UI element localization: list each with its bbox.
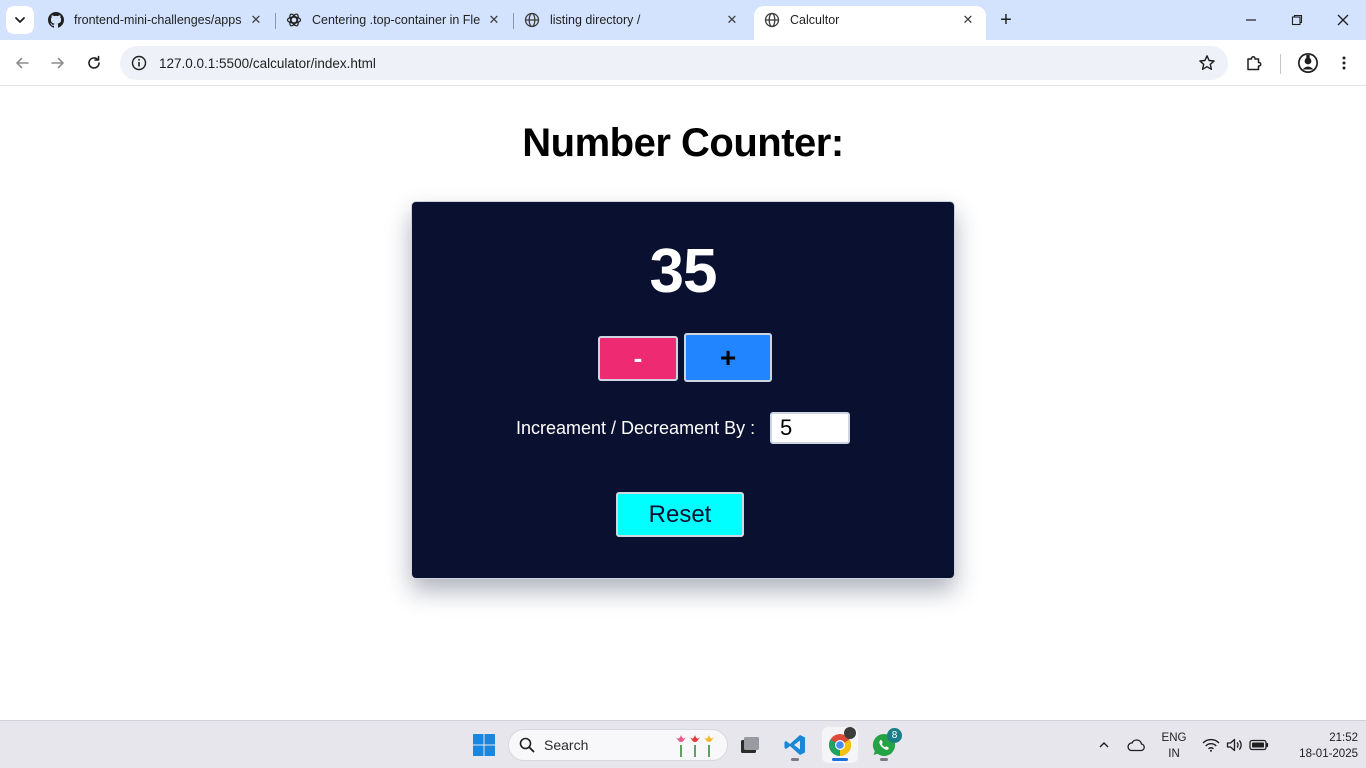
chevron-down-icon xyxy=(15,17,25,23)
reload-button[interactable] xyxy=(80,49,108,77)
minimize-icon xyxy=(1246,19,1256,21)
increment-button[interactable]: + xyxy=(684,333,772,382)
volume-button[interactable] xyxy=(1225,735,1245,755)
new-tab-button[interactable]: + xyxy=(994,8,1018,32)
region-code: IN xyxy=(1168,748,1180,760)
back-button[interactable] xyxy=(8,49,36,77)
language-indicator[interactable]: ENG IN xyxy=(1158,730,1190,762)
plus-icon: + xyxy=(1000,8,1012,31)
browser-menu-button[interactable] xyxy=(1330,49,1358,77)
avatar-icon xyxy=(1298,53,1318,73)
search-icon xyxy=(519,737,535,753)
browser-toolbar: 127.0.0.1:5500/calculator/index.html xyxy=(0,40,1366,86)
close-tab-icon[interactable]: ✕ xyxy=(248,12,264,28)
profile-button[interactable] xyxy=(1294,49,1322,77)
close-tab-icon[interactable]: ✕ xyxy=(486,12,502,28)
globe-icon xyxy=(764,12,780,28)
running-indicator xyxy=(832,758,848,761)
tab-title: listing directory / xyxy=(550,13,641,27)
site-info-icon[interactable] xyxy=(122,55,156,71)
close-tab-icon[interactable]: ✕ xyxy=(724,12,740,28)
globe-icon xyxy=(524,12,540,28)
arrow-right-icon xyxy=(51,57,64,69)
github-icon xyxy=(48,12,64,28)
onedrive-button[interactable] xyxy=(1126,735,1146,755)
minimize-button[interactable] xyxy=(1237,6,1265,34)
puzzle-icon xyxy=(1247,56,1262,71)
tab-strip: frontend-mini-challenges/apps ✕ Centerin… xyxy=(0,0,1366,40)
task-view-icon xyxy=(741,737,759,753)
page-content: Number Counter: 35 - + Increament / Decr… xyxy=(0,87,1366,720)
taskbar-search[interactable]: Search xyxy=(508,729,728,761)
step-label: Increament / Decreament By : xyxy=(516,418,756,438)
bookmark-star-icon[interactable] xyxy=(1198,54,1216,77)
counter-card: 35 - + Increament / Decreament By : Rese… xyxy=(411,201,955,579)
tab-calcultor[interactable]: Calcultor ✕ xyxy=(754,6,986,40)
start-button[interactable] xyxy=(466,727,502,763)
taskbar: Search 8 ENG IN 21:52 18-01-2025 xyxy=(0,720,1366,768)
clock[interactable]: 21:52 18-01-2025 xyxy=(1278,730,1358,762)
tab-listing-directory[interactable]: listing directory / ✕ xyxy=(514,6,750,34)
search-placeholder: Search xyxy=(544,737,589,753)
tab-github[interactable]: frontend-mini-challenges/apps ✕ xyxy=(38,6,274,34)
close-icon xyxy=(1337,14,1349,26)
tab-title: Centering .top-container in Flex xyxy=(312,13,480,27)
step-input[interactable] xyxy=(770,412,850,444)
whatsapp-app[interactable]: 8 xyxy=(866,727,902,763)
wifi-button[interactable] xyxy=(1201,735,1221,755)
restore-button[interactable] xyxy=(1283,6,1311,34)
page-title: Number Counter: xyxy=(522,121,844,165)
tab-search-button[interactable] xyxy=(6,6,34,34)
arrow-left-icon xyxy=(16,57,29,69)
running-indicator xyxy=(880,758,888,761)
address-bar[interactable]: 127.0.0.1:5500/calculator/index.html xyxy=(120,46,1228,80)
tab-title: Calcultor xyxy=(790,13,840,27)
wifi-icon xyxy=(1202,738,1220,752)
battery-icon xyxy=(1249,739,1269,751)
counter-value: 35 xyxy=(649,237,718,306)
reset-button[interactable]: Reset xyxy=(616,492,744,537)
decrement-button[interactable]: - xyxy=(598,336,678,381)
notification-badge: 8 xyxy=(887,728,902,743)
url-text: 127.0.0.1:5500/calculator/index.html xyxy=(159,55,376,71)
chevron-up-icon xyxy=(1099,742,1109,748)
clock-date: 18-01-2025 xyxy=(1299,748,1358,760)
extensions-button[interactable] xyxy=(1240,49,1268,77)
running-indicator xyxy=(791,758,799,761)
language-code: ENG xyxy=(1161,732,1187,744)
tab-chatgpt[interactable]: Centering .top-container in Flex ✕ xyxy=(276,6,512,34)
close-tab-icon[interactable]: ✕ xyxy=(960,12,976,28)
restore-icon xyxy=(1291,14,1303,26)
close-window-button[interactable] xyxy=(1329,6,1357,34)
reload-icon xyxy=(88,55,100,69)
volume-icon xyxy=(1226,738,1242,752)
cloud-icon xyxy=(1127,739,1145,752)
toolbar-divider xyxy=(1280,54,1281,74)
tab-title: frontend-mini-challenges/apps xyxy=(74,13,242,27)
more-vertical-icon xyxy=(1342,56,1346,70)
tulips-icon xyxy=(673,733,721,759)
battery-button[interactable] xyxy=(1249,735,1269,755)
vscode-icon xyxy=(784,735,805,755)
clock-time: 21:52 xyxy=(1329,732,1358,744)
vscode-app[interactable] xyxy=(777,727,813,763)
chatgpt-icon xyxy=(286,12,302,28)
show-hidden-icons-button[interactable] xyxy=(1094,735,1114,755)
chrome-app[interactable] xyxy=(822,727,858,763)
windows-logo-icon xyxy=(473,734,495,756)
forward-button[interactable] xyxy=(44,49,72,77)
task-view-button[interactable] xyxy=(732,727,768,763)
profile-badge xyxy=(844,727,856,739)
